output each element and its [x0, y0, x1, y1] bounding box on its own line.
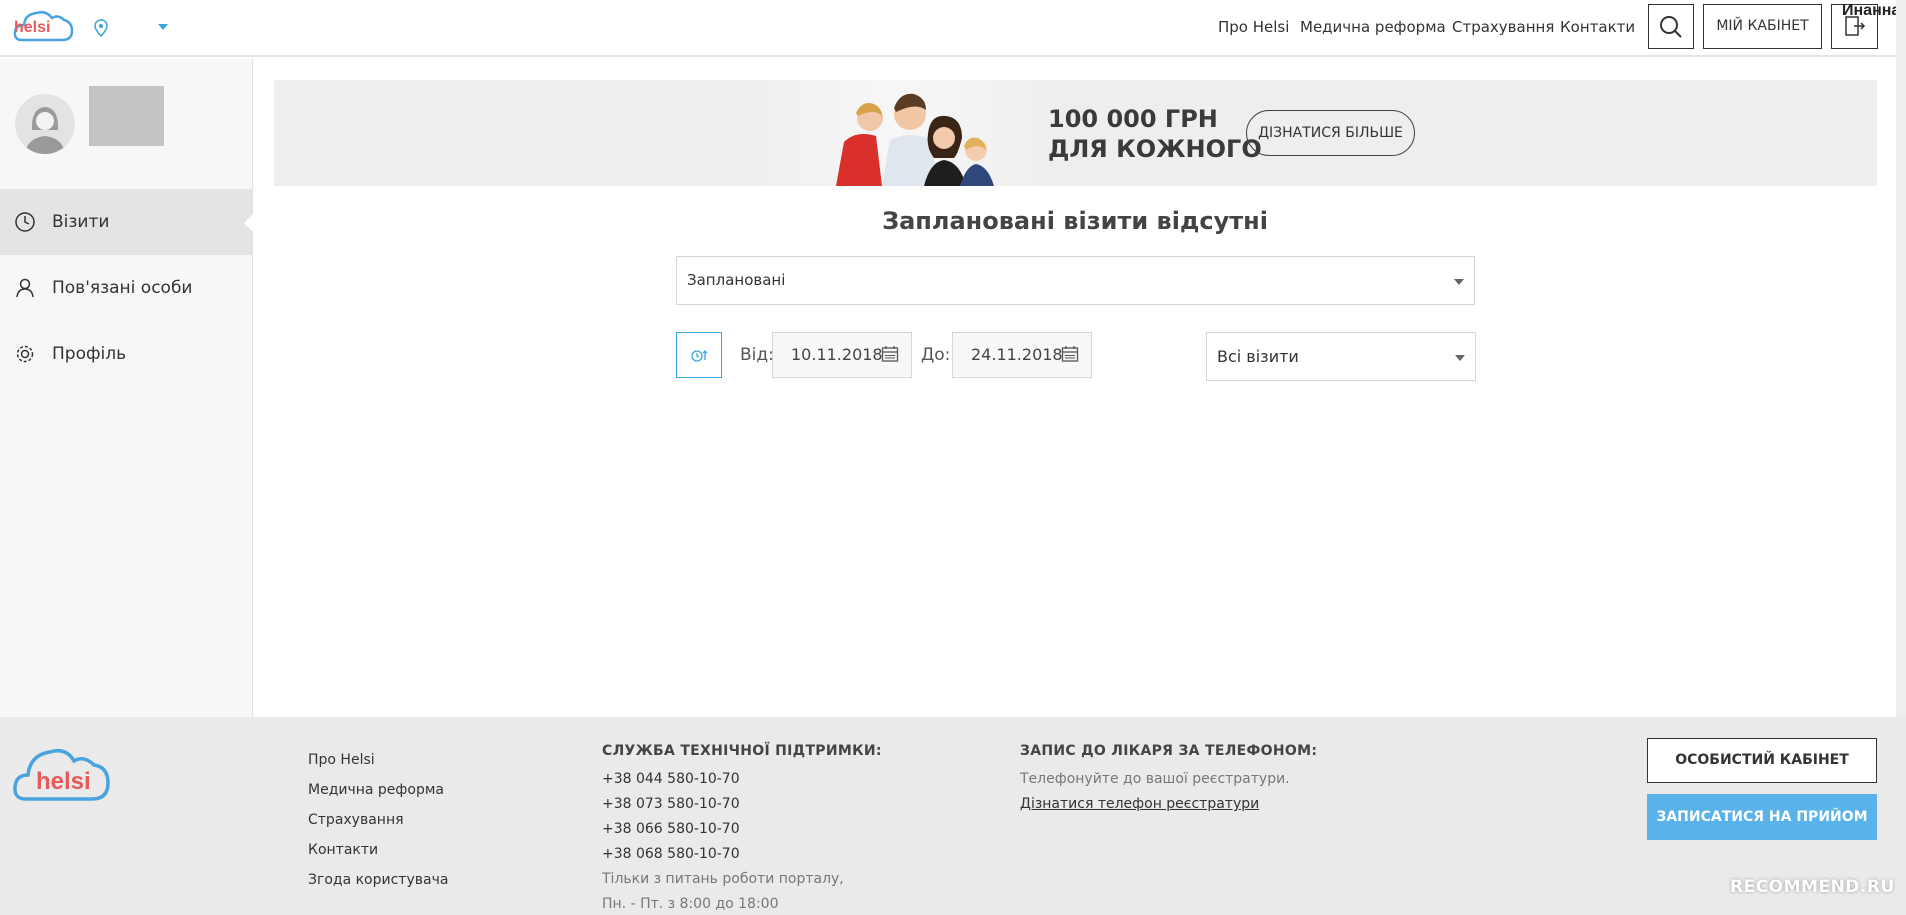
to-date-field[interactable]: 24.11.2018	[952, 332, 1092, 378]
sidebar: Візити Пов'язані особи Профіль	[0, 59, 254, 717]
page-scrollbar[interactable]	[1896, 0, 1906, 717]
user-icon	[16, 278, 34, 298]
top-header: helsi Про Helsi Медична реформа Страхува…	[0, 0, 1906, 57]
support-phone: +38 066 580-10-70	[602, 821, 740, 837]
learn-more-button[interactable]: ДІЗНАТИСЯ БІЛЬШЕ	[1246, 110, 1415, 156]
support-note: Тільки з питань роботи порталу,	[602, 871, 844, 887]
record-title: ЗАПИС ДО ЛІКАРЯ ЗА ТЕЛЕФОНОМ:	[1020, 743, 1318, 759]
support-title: СЛУЖБА ТЕХНІЧНОЇ ПІДТРИМКИ:	[602, 743, 882, 759]
book-appointment-button[interactable]: ЗАПИСАТИСЯ НА ПРИЙОМ	[1647, 794, 1877, 840]
sidebar-item-visits[interactable]: Візити	[0, 189, 254, 255]
calendar-icon[interactable]	[1061, 345, 1079, 363]
footer-link-about[interactable]: Про Helsi	[308, 745, 448, 775]
sidebar-item-label: Профіль	[52, 344, 127, 364]
sidebar-item-profile[interactable]: Профіль	[0, 321, 253, 387]
family-photo-image	[744, 80, 1054, 186]
to-label: До:	[921, 345, 951, 365]
gear-icon	[16, 345, 34, 363]
banner-line-1: 100 000 ГРН	[1048, 105, 1218, 133]
support-phone: +38 044 580-10-70	[602, 771, 740, 787]
banner-line-2: ДЛЯ КОЖНОГО	[1048, 135, 1262, 163]
sidebar-item-label: Візити	[52, 212, 110, 232]
personal-cabinet-button[interactable]: ОСОБИСТИЙ КАБІНЕТ	[1647, 738, 1877, 783]
support-phone: +38 073 580-10-70	[602, 796, 740, 812]
banner-headline: 100 000 ГРН ДЛЯ КОЖНОГО	[1048, 104, 1262, 164]
footer: helsi Про Helsi Медична реформа Страхува…	[0, 717, 1906, 915]
chevron-down-icon	[1454, 279, 1464, 285]
footer-helsi-logo[interactable]: helsi	[12, 737, 112, 807]
sidebar-item-label: Пов'язані особи	[52, 278, 193, 298]
clock-icon	[15, 212, 35, 232]
calendar-icon[interactable]	[881, 345, 899, 363]
search-icon	[1660, 16, 1682, 38]
from-date-field[interactable]: 10.11.2018	[772, 332, 912, 378]
footer-links: Про Helsi Медична реформа Страхування Ко…	[308, 745, 448, 895]
support-phone: +38 068 580-10-70	[602, 846, 740, 862]
from-label: Від:	[740, 345, 774, 365]
watermark-text: RECOMMEND.RU	[1730, 877, 1895, 897]
footer-link-contacts[interactable]: Контакти	[308, 835, 448, 865]
location-dropdown-caret-icon[interactable]	[158, 24, 168, 30]
nav-contacts[interactable]: Контакти	[1560, 18, 1635, 36]
clock-sort-icon	[691, 350, 708, 362]
sidebar-item-related-persons[interactable]: Пов'язані особи	[0, 255, 253, 321]
sort-by-time-button[interactable]	[676, 332, 722, 378]
location-pin-icon[interactable]	[94, 19, 108, 37]
footer-link-medical-reform[interactable]: Медична реформа	[308, 775, 448, 805]
avatar[interactable]	[15, 94, 75, 154]
visit-status-select-value: Заплановані	[687, 271, 786, 289]
nav-insurance[interactable]: Страхування	[1452, 18, 1554, 36]
search-button[interactable]	[1648, 4, 1694, 49]
profile-name-redacted	[89, 86, 164, 146]
chevron-down-icon	[1455, 355, 1465, 361]
record-note: Телефонуйте до вашої реєстратури.	[1020, 771, 1290, 787]
username-label: Инанна	[1842, 2, 1901, 19]
footer-link-user-agreement[interactable]: Згода користувача	[308, 865, 448, 895]
footer-phone-booking: ЗАПИС ДО ЛІКАРЯ ЗА ТЕЛЕФОНОМ: Телефонуйт…	[1020, 743, 1317, 817]
my-cabinet-button[interactable]: МІЙ КАБІНЕТ	[1703, 4, 1822, 49]
page-title: Заплановані візити відсутні	[882, 207, 1268, 235]
registry-phone-link[interactable]: Дізнатися телефон реєстратури	[1020, 792, 1317, 817]
avatar-placeholder-icon	[15, 94, 75, 154]
visit-status-select[interactable]: Заплановані	[676, 256, 1475, 305]
support-hours: Пн. - Пт. з 8:00 до 18:00	[602, 896, 779, 912]
visit-type-select-value: Всі візити	[1217, 347, 1299, 366]
from-date-value: 10.11.2018	[791, 345, 883, 364]
footer-support: СЛУЖБА ТЕХНІЧНОЇ ПІДТРИМКИ: +38 044 580-…	[602, 743, 882, 915]
logo-text: helsi	[14, 19, 51, 36]
promo-banner[interactable]: 100 000 ГРН ДЛЯ КОЖНОГО ДІЗНАТИСЯ БІЛЬШЕ	[274, 80, 1877, 186]
nav-medical-reform[interactable]: Медична реформа	[1300, 18, 1446, 36]
visit-type-select[interactable]: Всі візити	[1206, 332, 1476, 381]
active-indicator-arrow	[244, 213, 254, 233]
nav-about[interactable]: Про Helsi	[1218, 18, 1289, 36]
footer-link-insurance[interactable]: Страхування	[308, 805, 448, 835]
to-date-value: 24.11.2018	[971, 345, 1063, 364]
footer-logo-text: helsi	[36, 768, 91, 795]
